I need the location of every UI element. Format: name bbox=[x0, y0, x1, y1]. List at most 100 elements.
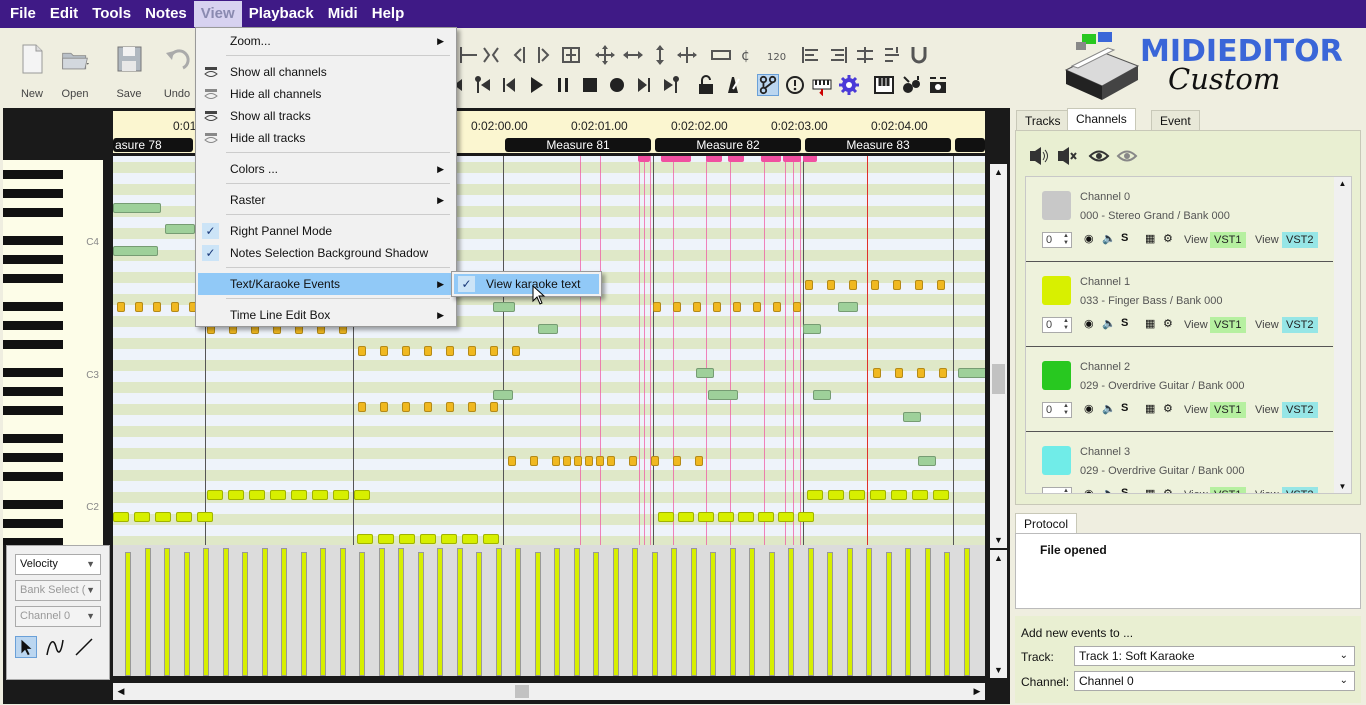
horizontal-scrollbar[interactable]: ◀ ▶ bbox=[113, 683, 985, 700]
eye-icon[interactable]: ◉ bbox=[1084, 487, 1094, 493]
velocity-bar[interactable] bbox=[398, 548, 404, 676]
midi-note[interactable] bbox=[493, 390, 513, 400]
midi-note[interactable] bbox=[758, 512, 774, 522]
velocity-bar[interactable] bbox=[827, 552, 833, 676]
karaoke-event[interactable] bbox=[638, 156, 650, 162]
black-key[interactable] bbox=[3, 255, 63, 264]
black-key[interactable] bbox=[3, 274, 63, 283]
speaker-icon[interactable]: 🔈 bbox=[1102, 487, 1116, 493]
midi-note[interactable] bbox=[508, 456, 516, 466]
velocity-bar[interactable] bbox=[495, 548, 502, 676]
midi-note[interactable] bbox=[738, 512, 754, 522]
midi-note[interactable] bbox=[695, 456, 703, 466]
midi-note[interactable] bbox=[798, 512, 814, 522]
solo-button[interactable]: S bbox=[1121, 402, 1128, 414]
midi-note[interactable] bbox=[958, 368, 985, 378]
velocity-bar[interactable] bbox=[963, 548, 970, 676]
midi-note[interactable] bbox=[270, 490, 286, 500]
midi-note[interactable] bbox=[778, 512, 794, 522]
velocity-bar[interactable] bbox=[671, 548, 677, 676]
scroll-thumb[interactable] bbox=[992, 364, 1005, 394]
channel-spinbox[interactable]: 0 ▲ ▼ bbox=[1042, 317, 1072, 333]
velocity-bar[interactable] bbox=[651, 552, 658, 676]
karaoke-marker-line[interactable] bbox=[706, 156, 707, 545]
midi-note[interactable] bbox=[713, 302, 721, 312]
magnet-icon[interactable] bbox=[908, 44, 930, 66]
midi-note[interactable] bbox=[805, 280, 813, 290]
midi-note[interactable] bbox=[468, 402, 476, 412]
menu-item-colors[interactable]: Colors ... ▶ bbox=[198, 158, 454, 180]
velocity-bar[interactable] bbox=[203, 548, 209, 676]
solo-button[interactable]: S bbox=[1121, 232, 1128, 244]
velocity-bar[interactable] bbox=[437, 548, 443, 676]
karaoke-marker-line[interactable] bbox=[644, 156, 645, 545]
midi-note[interactable] bbox=[912, 490, 928, 500]
view-vst2-button[interactable]: View bbox=[1255, 402, 1279, 418]
drum-kit-icon[interactable] bbox=[927, 74, 949, 96]
velocity-bar[interactable] bbox=[125, 552, 131, 676]
midi-note[interactable] bbox=[895, 368, 903, 378]
menu-item-time-line-edit-box[interactable]: Time Line Edit Box ▶ bbox=[198, 304, 454, 326]
pointer-tool-icon[interactable] bbox=[15, 636, 37, 658]
vst1-button[interactable]: VST1 bbox=[1210, 317, 1246, 333]
velocity-bar[interactable] bbox=[242, 552, 248, 676]
midi-note[interactable] bbox=[870, 490, 886, 500]
speaker-icon[interactable]: 🔈 bbox=[1102, 317, 1116, 330]
midi-note[interactable] bbox=[420, 534, 436, 544]
record-icon[interactable] bbox=[606, 74, 628, 96]
vst2-button[interactable]: VST2 bbox=[1282, 317, 1318, 333]
forward-marker-icon[interactable] bbox=[660, 74, 682, 96]
split-icon[interactable] bbox=[560, 44, 582, 66]
solo-button[interactable]: S bbox=[1121, 487, 1128, 493]
black-key[interactable] bbox=[3, 368, 63, 377]
midi-note[interactable] bbox=[530, 456, 538, 466]
midi-note[interactable] bbox=[512, 346, 520, 356]
midi-note[interactable] bbox=[402, 402, 410, 412]
midi-note[interactable] bbox=[673, 456, 681, 466]
karaoke-event[interactable] bbox=[675, 156, 691, 162]
eye-icon[interactable]: ◉ bbox=[1084, 317, 1094, 330]
velocity-bar[interactable] bbox=[632, 548, 638, 676]
velocity-bar[interactable] bbox=[885, 552, 892, 676]
menu-edit[interactable]: Edit bbox=[43, 1, 85, 27]
midi-note[interactable] bbox=[585, 456, 593, 466]
tab-channels[interactable]: Channels bbox=[1067, 108, 1136, 130]
open-button[interactable]: Open bbox=[53, 44, 97, 104]
midi-note[interactable] bbox=[552, 456, 560, 466]
midi-note[interactable] bbox=[333, 490, 349, 500]
midi-note[interactable] bbox=[357, 534, 373, 544]
black-key[interactable] bbox=[3, 500, 63, 509]
midi-note[interactable] bbox=[807, 490, 823, 500]
midi-note[interactable] bbox=[468, 346, 476, 356]
view-vst1-button[interactable]: View bbox=[1184, 317, 1208, 333]
tab-event[interactable]: Event bbox=[1151, 110, 1200, 130]
channel-item[interactable]: Channel 0 000 - Stereo Grand / Bank 000 0 ▲… bbox=[1026, 177, 1333, 262]
menu-help[interactable]: Help bbox=[365, 1, 412, 27]
midi-note[interactable] bbox=[402, 346, 410, 356]
scroll-up-icon[interactable]: ▲ bbox=[990, 164, 1007, 180]
black-key[interactable] bbox=[3, 208, 63, 217]
channel-color-swatch[interactable] bbox=[1042, 191, 1071, 220]
velocity-bar[interactable] bbox=[905, 548, 911, 676]
black-key[interactable] bbox=[3, 302, 63, 311]
midi-note[interactable] bbox=[291, 490, 307, 500]
line-tool-icon[interactable] bbox=[73, 636, 95, 658]
channel-item[interactable]: Channel 2 029 - Overdrive Guitar / Bank 0… bbox=[1026, 347, 1333, 432]
karaoke-marker-line[interactable] bbox=[764, 156, 765, 545]
view-vst1-button[interactable]: View bbox=[1184, 232, 1208, 248]
play-icon[interactable] bbox=[525, 74, 547, 96]
speaker-icon[interactable]: 🔈 bbox=[1102, 232, 1116, 245]
velocity-bar[interactable] bbox=[339, 548, 346, 676]
velocity-bar[interactable] bbox=[417, 552, 424, 676]
channel-list-scrollbar[interactable]: ▲ ▼ bbox=[1334, 177, 1351, 493]
menu-item-hide-all-tracks[interactable]: Hide all tracks bbox=[198, 127, 454, 149]
scroll-down-icon[interactable]: ▼ bbox=[1334, 482, 1351, 491]
velocity-bar[interactable] bbox=[710, 552, 716, 676]
undo-button[interactable]: Undo bbox=[157, 44, 197, 104]
midi-note[interactable] bbox=[176, 512, 192, 522]
mute-all-channels-icon[interactable] bbox=[1056, 145, 1078, 167]
midi-note[interactable] bbox=[753, 302, 761, 312]
karaoke-marker-line[interactable] bbox=[800, 156, 801, 545]
velocity-bar[interactable] bbox=[456, 548, 463, 676]
midi-note[interactable] bbox=[312, 490, 328, 500]
